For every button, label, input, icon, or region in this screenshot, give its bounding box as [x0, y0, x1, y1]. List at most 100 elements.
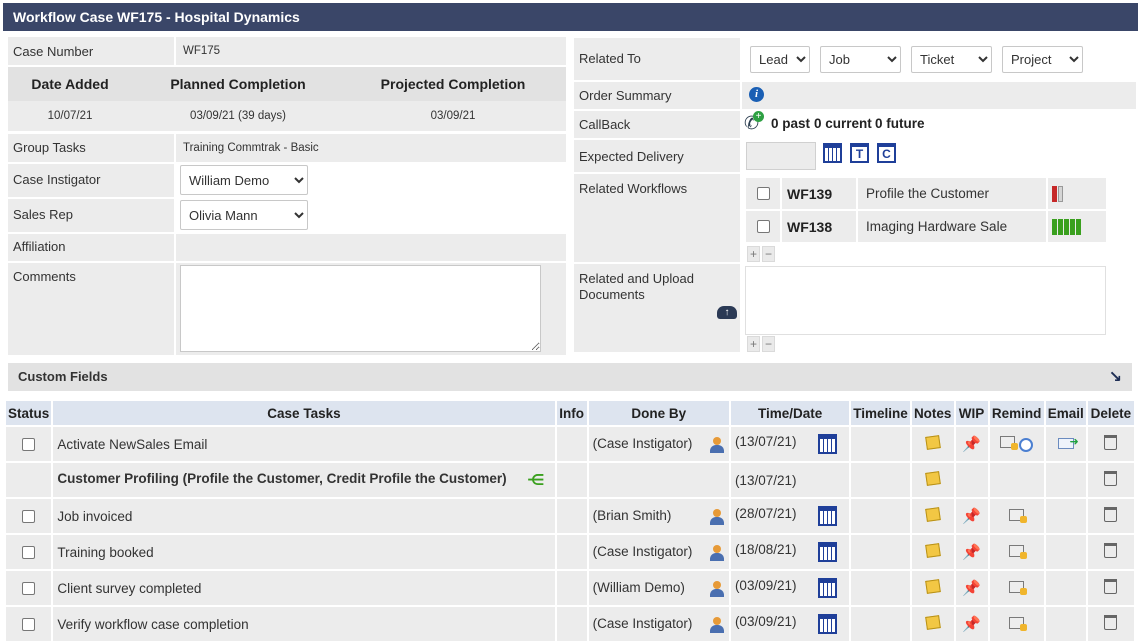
documents-dropzone[interactable] [745, 266, 1106, 335]
assign-user-icon[interactable] [709, 508, 725, 525]
remind-icon[interactable] [1009, 508, 1028, 523]
phone-add-icon[interactable]: ✆ + [744, 111, 764, 134]
status-cell [6, 463, 52, 497]
trash-icon[interactable] [1104, 579, 1118, 594]
info-icon[interactable]: i [749, 87, 764, 102]
email-cell [1045, 607, 1086, 641]
documents-label-text: Related and Upload Documents [579, 271, 694, 302]
add-document-button[interactable]: + [747, 336, 761, 352]
email-send-icon[interactable] [1057, 435, 1079, 449]
assign-user-icon[interactable] [709, 616, 725, 633]
note-icon[interactable] [924, 435, 941, 450]
remind-cell [989, 607, 1044, 641]
documents-label: Related and Upload Documents ↑ [574, 264, 740, 352]
related-ticket-select[interactable]: Ticket [911, 46, 992, 73]
trash-icon[interactable] [1104, 507, 1118, 522]
task-group-link[interactable]: Customer Profiling (Profile the Customer… [57, 471, 506, 486]
notes-cell [911, 571, 954, 605]
workflow-checkbox[interactable] [757, 220, 770, 233]
assign-user-icon[interactable] [709, 436, 725, 453]
subworkflow-icon[interactable]: ⋲ [527, 471, 544, 489]
dates-row: 10/07/21 03/09/21 (39 days) 03/09/21 [8, 101, 566, 131]
callback-future[interactable]: 0 future [875, 116, 925, 131]
status-checkbox[interactable] [22, 438, 36, 452]
clock-icon[interactable] [1019, 437, 1033, 452]
case-instigator-select[interactable]: William Demo [180, 165, 308, 195]
table-row: Activate NewSales Email (Case Instigator… [6, 427, 1134, 461]
delete-cell [1087, 607, 1134, 641]
callback-past[interactable]: 0 past [771, 116, 810, 131]
expected-delivery-input[interactable] [746, 142, 816, 170]
calendar-icon[interactable] [818, 542, 838, 562]
custom-fields-bar[interactable]: Custom Fields ↘ [8, 363, 1132, 391]
calendar-icon[interactable] [818, 578, 838, 598]
table-row: Training booked (Case Instigator) (18/08… [6, 535, 1134, 569]
info-cell [556, 535, 587, 569]
remind-icon[interactable] [1000, 436, 1019, 451]
col-wip: WIP [955, 401, 988, 425]
trash-icon[interactable] [1104, 615, 1118, 630]
calendar-icon[interactable] [818, 434, 838, 454]
status-checkbox[interactable] [22, 546, 36, 560]
time-date-cell: (03/09/21) [730, 571, 850, 605]
info-cell [556, 427, 587, 461]
affiliation-label: Affiliation [8, 234, 174, 261]
pin-icon[interactable]: 📌 [962, 435, 981, 453]
remind-icon[interactable] [1009, 544, 1028, 559]
upload-cloud-icon[interactable]: ↑ [717, 306, 737, 319]
pin-icon[interactable]: 📌 [962, 615, 981, 633]
clear-calendar-icon[interactable]: C [877, 143, 896, 163]
callback-current[interactable]: 0 current [814, 116, 872, 131]
task-date: (28/07/21) [734, 506, 797, 521]
case-instigator-label: Case Instigator [8, 164, 174, 197]
related-lead-select[interactable]: Lead [750, 46, 810, 73]
note-icon[interactable] [924, 615, 941, 630]
calendar-icon[interactable] [823, 143, 842, 163]
pin-icon[interactable]: 📌 [962, 579, 981, 597]
trash-icon[interactable] [1104, 471, 1118, 486]
workflow-id-link[interactable]: WF138 [782, 211, 856, 242]
related-job-select[interactable]: Job [820, 46, 901, 73]
case-number-value: WF175 [176, 37, 566, 65]
workflow-id-link[interactable]: WF139 [782, 178, 856, 209]
status-checkbox[interactable] [22, 510, 36, 524]
email-cell [1045, 427, 1086, 461]
expand-arrow-icon[interactable]: ↘ [1109, 367, 1122, 387]
today-calendar-icon[interactable]: T [850, 143, 869, 163]
related-to-label: Related To [574, 38, 740, 80]
pin-icon[interactable]: 📌 [962, 507, 981, 525]
remind-icon[interactable] [1009, 580, 1028, 595]
trash-icon[interactable] [1104, 435, 1118, 450]
assign-user-icon[interactable] [709, 580, 725, 597]
note-icon[interactable] [924, 471, 941, 486]
sales-rep-select[interactable]: Olivia Mann [180, 200, 308, 230]
add-workflow-button[interactable]: + [747, 246, 761, 262]
date-added-value: 10/07/21 [47, 110, 93, 122]
assign-user-icon[interactable] [709, 544, 725, 561]
status-checkbox[interactable] [22, 582, 36, 596]
window-title: Workflow Case WF175 - Hospital Dynamics [3, 3, 1138, 31]
col-case-tasks: Case Tasks [53, 401, 555, 425]
sales-rep-label: Sales Rep [8, 199, 174, 232]
table-header-row: Status Case Tasks Info Done By Time/Date… [6, 401, 1134, 425]
related-project-select[interactable]: Project [1002, 46, 1083, 73]
note-icon[interactable] [924, 579, 941, 594]
trash-icon[interactable] [1104, 543, 1118, 558]
remind-icon[interactable] [1009, 616, 1028, 631]
calendar-icon[interactable] [818, 614, 838, 634]
remove-document-button[interactable]: − [762, 336, 776, 352]
notes-cell [911, 499, 954, 533]
workflow-checkbox[interactable] [757, 187, 770, 200]
done-by-cell: (Case Instigator) [588, 427, 729, 461]
calendar-icon[interactable] [818, 506, 838, 526]
note-icon[interactable] [924, 543, 941, 558]
comments-textarea[interactable] [180, 265, 541, 352]
time-date-cell: (03/09/21) [730, 607, 850, 641]
remind-cell [989, 427, 1044, 461]
status-checkbox[interactable] [22, 618, 36, 632]
task-name: Client survey completed [53, 571, 555, 605]
done-by-cell: (Case Instigator) [588, 607, 729, 641]
remove-workflow-button[interactable]: − [762, 246, 776, 262]
pin-icon[interactable]: 📌 [962, 543, 981, 561]
note-icon[interactable] [924, 507, 941, 522]
